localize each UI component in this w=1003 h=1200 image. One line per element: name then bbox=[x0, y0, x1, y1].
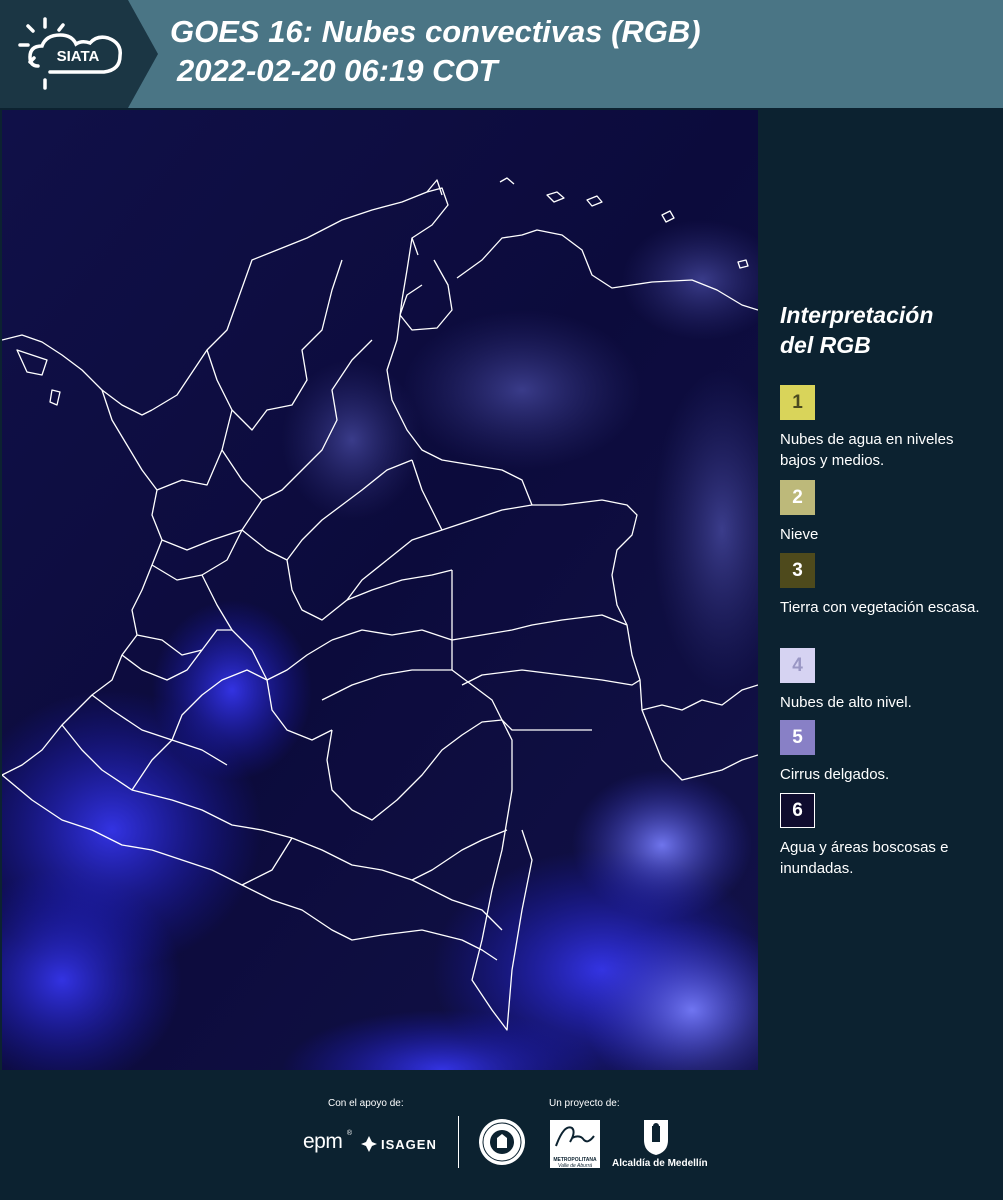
university-seal bbox=[478, 1118, 526, 1171]
legend-swatch: 2 bbox=[780, 480, 815, 515]
legend-panel: Interpretación del RGB 1 Nubes de agua en… bbox=[780, 300, 995, 877]
valle-text: Valle de Aburrá bbox=[557, 1163, 593, 1169]
satellite-map[interactable] bbox=[2, 110, 758, 1070]
isagen-mark-icon bbox=[361, 1136, 377, 1152]
legend-item: 5 Cirrus delgados. bbox=[780, 720, 990, 785]
legend-label: Nieve bbox=[780, 526, 819, 543]
legend-swatch: 5 bbox=[780, 720, 815, 755]
alcaldia-text: Alcaldía de Medellín bbox=[612, 1158, 708, 1169]
legend-item: 4 Nubes de alto nivel. bbox=[780, 648, 990, 713]
timestamp: 2022-02-20 06:19 COT bbox=[177, 53, 498, 88]
support-caption: Con el apoyo de: bbox=[328, 1098, 404, 1109]
siata-logo: SIATA bbox=[0, 0, 158, 108]
header-bar: SIATA GOES 16: Nubes convectivas (RGB) 2… bbox=[0, 0, 1003, 108]
alcaldia-logo bbox=[640, 1118, 672, 1156]
legend-swatch: 4 bbox=[780, 648, 815, 683]
legend-label: Agua y áreas boscosas e inundadas. bbox=[780, 839, 949, 877]
footer-divider bbox=[458, 1116, 459, 1168]
legend-item: 2 Nieve bbox=[780, 480, 990, 545]
legend-swatch: 1 bbox=[780, 385, 815, 420]
legend-item: 1 Nubes de agua en niveles bajos y medios… bbox=[780, 385, 990, 471]
coat-of-arms-icon bbox=[644, 1120, 668, 1155]
legend-title: Interpretación del RGB bbox=[780, 302, 934, 358]
legend-item: 6 Agua y áreas boscosas e inundadas. bbox=[780, 793, 990, 879]
epm-logo-text: epm bbox=[303, 1130, 343, 1153]
footer: Con el apoyo de: Un proyecto de: epm ® I… bbox=[0, 1070, 1003, 1200]
page-title: GOES 16: Nubes convectivas (RGB) bbox=[170, 14, 701, 49]
legend-label: Nubes de alto nivel. bbox=[780, 694, 912, 711]
project-caption: Un proyecto de: bbox=[549, 1098, 620, 1109]
isagen-logo-text: ISAGEN bbox=[381, 1136, 437, 1152]
logo-text: SIATA bbox=[57, 48, 100, 65]
page: SIATA GOES 16: Nubes convectivas (RGB) 2… bbox=[0, 0, 1003, 1200]
legend-item: 3 Tierra con vegetación escasa. bbox=[780, 553, 990, 618]
isagen-logo: ISAGEN bbox=[360, 1134, 437, 1154]
legend-label: Nubes de agua en niveles bajos y medios. bbox=[780, 431, 954, 469]
legend-label: Cirrus delgados. bbox=[780, 766, 890, 783]
area-script-icon bbox=[555, 1126, 595, 1147]
epm-logo: epm ® bbox=[303, 1130, 352, 1154]
area-metropolitana-logo: METROPOLITANA Valle de Aburrá bbox=[550, 1120, 600, 1169]
registered-mark-icon: ® bbox=[346, 1130, 352, 1137]
legend-label: Tierra con vegetación escasa. bbox=[780, 599, 980, 616]
legend-swatch: 6 bbox=[780, 793, 815, 828]
legend-swatch: 3 bbox=[780, 553, 815, 588]
